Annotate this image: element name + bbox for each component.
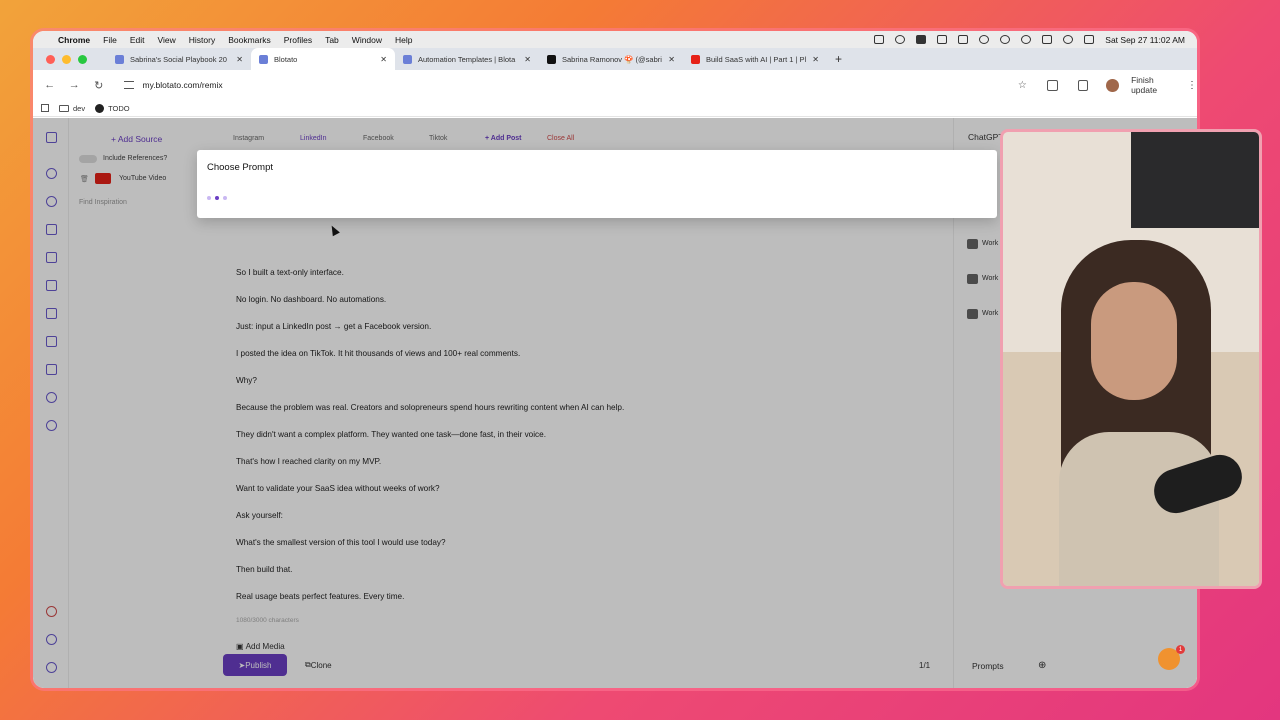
battery-icon[interactable] — [1042, 35, 1053, 44]
close-tab-icon[interactable]: ✕ — [380, 55, 387, 64]
tab-favicon — [259, 54, 268, 64]
tab-build-saas[interactable]: Build SaaS with AI | Part 1 | Pl ✕ — [683, 48, 827, 70]
close-tab-icon[interactable]: ✕ — [812, 55, 819, 64]
profile-avatar[interactable] — [1106, 78, 1120, 92]
webcam-overlay — [1000, 129, 1262, 589]
bookmark-star-icon[interactable]: ☆ — [1018, 80, 1027, 91]
person-sweater — [1059, 432, 1219, 586]
menu-tab[interactable]: Tab — [325, 35, 339, 45]
forward-arrow-icon[interactable]: → — [64, 79, 86, 91]
bookmark-todo[interactable]: TODO — [95, 103, 130, 113]
screen-icon[interactable] — [937, 35, 948, 44]
browser-toolbar: ← → ↻ my.blotato.com/remix ☆ Finish upda… — [33, 70, 1197, 100]
close-tab-icon[interactable]: ✕ — [524, 55, 531, 64]
finish-update-button[interactable]: Finish update — [1131, 75, 1181, 95]
window-controls — [46, 54, 87, 64]
tab-title: Sabrina Ramonov 🍄 (@sabri — [562, 54, 662, 64]
new-tab-button[interactable]: + — [835, 52, 842, 66]
address-bar[interactable]: my.blotato.com/remix ☆ — [118, 74, 1027, 96]
loading-dot — [207, 196, 211, 200]
reload-icon[interactable]: ↻ — [88, 79, 110, 92]
wifi-icon[interactable] — [1021, 35, 1032, 44]
minimize-window-button[interactable] — [62, 54, 71, 64]
tab-social-playbook[interactable]: Sabrina's Social Playbook 20 ✕ — [107, 48, 251, 70]
recording-icon[interactable] — [874, 35, 885, 44]
bookmark-folder-dev[interactable]: dev — [59, 104, 85, 113]
apps-grid-icon[interactable] — [41, 104, 49, 112]
back-arrow-icon[interactable]: ← — [39, 79, 61, 91]
menu-file[interactable]: File — [103, 35, 117, 45]
headphones-icon[interactable] — [979, 35, 990, 44]
person-face — [1091, 282, 1177, 400]
zoom-window-button[interactable] — [78, 54, 87, 64]
cast-icon[interactable] — [1077, 79, 1089, 91]
status-icon[interactable] — [895, 35, 906, 44]
bookmarks-bar: dev TODO — [33, 100, 1197, 117]
url-text[interactable]: my.blotato.com/remix — [143, 80, 223, 90]
menu-app-name[interactable]: Chrome — [58, 35, 90, 45]
folder-icon — [59, 104, 69, 112]
app-icon[interactable] — [916, 35, 927, 44]
close-tab-icon[interactable]: ✕ — [668, 55, 675, 64]
choose-prompt-modal: Choose Prompt — [197, 150, 997, 218]
menu-help[interactable]: Help — [395, 35, 412, 45]
close-tab-icon[interactable]: ✕ — [236, 55, 243, 64]
menu-bookmarks[interactable]: Bookmarks — [228, 35, 271, 45]
menubar-datetime[interactable]: Sat Sep 27 11:02 AM — [1105, 35, 1185, 45]
tab-title: Automation Templates | Blota — [418, 54, 516, 64]
close-window-button[interactable] — [46, 54, 55, 64]
menu-window[interactable]: Window — [352, 35, 382, 45]
tab-favicon — [403, 54, 412, 64]
control-center-icon[interactable] — [1084, 35, 1095, 44]
tab-title: Build SaaS with AI | Part 1 | Pl — [706, 54, 807, 64]
bookmark-label: TODO — [108, 103, 130, 113]
more-menu-icon[interactable]: ⋮ — [1187, 80, 1197, 91]
wall-tv — [1131, 132, 1259, 228]
search-icon[interactable] — [1063, 35, 1074, 44]
tab-automation-templates[interactable]: Automation Templates | Blota ✕ — [395, 48, 539, 70]
tiktok-icon — [547, 54, 556, 64]
tab-blotato[interactable]: Blotato ✕ — [251, 48, 395, 70]
chat-notification-badge: 1 — [1176, 645, 1185, 654]
bookmark-label: dev — [73, 103, 86, 113]
tab-title: Blotato — [274, 54, 298, 64]
menu-history[interactable]: History — [189, 35, 215, 45]
youtube-icon — [691, 54, 700, 64]
macos-menu-bar: Chrome File Edit View History Bookmarks … — [33, 31, 1197, 48]
tab-title: Sabrina's Social Playbook 20 — [130, 54, 227, 64]
menu-view[interactable]: View — [157, 35, 175, 45]
loading-dot — [215, 196, 219, 200]
butterfly-icon[interactable] — [958, 35, 969, 44]
menu-profiles[interactable]: Profiles — [284, 35, 312, 45]
menu-edit[interactable]: Edit — [130, 35, 145, 45]
extensions-icon[interactable] — [1046, 79, 1058, 91]
site-settings-icon[interactable] — [123, 81, 134, 89]
play-icon[interactable] — [1000, 35, 1011, 44]
loading-dot — [223, 196, 227, 200]
github-icon — [95, 103, 105, 113]
tab-favicon — [115, 54, 124, 64]
tab-bar: Sabrina's Social Playbook 20 ✕ Blotato ✕… — [33, 48, 1197, 70]
tab-tiktok-sabrina[interactable]: Sabrina Ramonov 🍄 (@sabri ✕ — [539, 48, 683, 70]
modal-title: Choose Prompt — [207, 162, 274, 173]
